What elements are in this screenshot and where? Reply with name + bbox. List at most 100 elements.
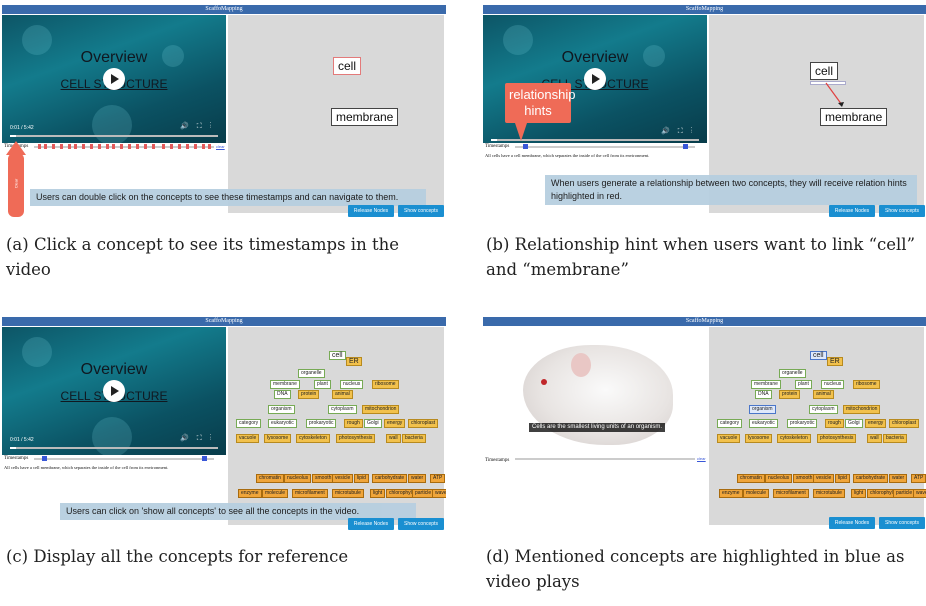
concept-node-chloroplast[interactable]: chloroplast xyxy=(408,419,439,428)
video-controls-icons[interactable]: 🔊⛶⋮ xyxy=(180,434,219,443)
concept-node-organelle[interactable]: organelle xyxy=(298,369,325,378)
video-player[interactable]: Overview CELL STRUCTURE 0:01 / 5:42 🔊⛶⋮ xyxy=(2,15,226,143)
play-button[interactable] xyxy=(584,68,606,90)
concept-node-organism[interactable]: organism xyxy=(749,405,776,414)
concept-node-organelle[interactable]: organelle xyxy=(779,369,806,378)
concept-node-bacteria[interactable]: bacteria xyxy=(402,434,426,443)
timestamps-clear-link[interactable]: clear xyxy=(697,456,706,461)
concept-node-atp[interactable]: ATP xyxy=(430,474,446,483)
concept-map-area[interactable]: cell membrane xyxy=(228,15,444,213)
concept-node-light[interactable]: light xyxy=(851,489,867,498)
concept-node-cytoplasm[interactable]: cytoplasm xyxy=(328,405,357,414)
concept-node-cell[interactable]: cell xyxy=(333,57,362,75)
video-controls-icons[interactable]: 🔊⛶⋮ xyxy=(180,122,219,131)
concept-node-cytoskeleton[interactable]: cytoskeleton xyxy=(777,434,811,443)
concept-node-vacuole[interactable]: vacuole xyxy=(717,434,741,443)
timestamp-marker[interactable] xyxy=(82,144,85,149)
video-progress[interactable] xyxy=(10,135,218,137)
timestamp-marker[interactable] xyxy=(208,144,211,149)
concept-node-vesicle[interactable]: vesicle xyxy=(332,474,354,483)
concept-node-water[interactable]: water xyxy=(408,474,427,483)
show-concepts-button[interactable]: Show concepts xyxy=(398,518,444,530)
concept-node-organism[interactable]: organism xyxy=(268,405,295,414)
timestamp-marker[interactable] xyxy=(98,144,101,149)
concept-node-microtubule[interactable]: microtubule xyxy=(332,489,364,498)
timestamp-marker[interactable] xyxy=(162,144,165,149)
timestamp-marker[interactable] xyxy=(120,144,123,149)
concept-node-carbohydrate[interactable]: carbohydrate xyxy=(853,474,889,483)
timestamp-marker[interactable] xyxy=(38,144,41,149)
concept-node-chromatin[interactable]: chromatin xyxy=(256,474,284,483)
concept-node-cell[interactable]: cell xyxy=(329,351,346,360)
concept-node-wave[interactable]: wave xyxy=(913,489,926,498)
concept-node-molecule[interactable]: molecule xyxy=(743,489,770,498)
concept-node-er[interactable]: ER xyxy=(346,357,362,366)
show-concepts-button[interactable]: Show concepts xyxy=(879,517,925,529)
release-nodes-button[interactable]: Release Nodes xyxy=(348,205,394,217)
concept-node-atp[interactable]: ATP xyxy=(911,474,926,483)
concept-node-dna[interactable]: DNA xyxy=(755,390,772,399)
timestamp-marker[interactable] xyxy=(178,144,181,149)
release-nodes-button[interactable]: Release Nodes xyxy=(829,205,875,217)
concept-node-prokaryotic[interactable]: prokaryotic xyxy=(787,419,818,428)
timestamp-marker[interactable] xyxy=(136,144,139,149)
timestamp-marker[interactable] xyxy=(144,144,147,149)
timestamps-bar[interactable] xyxy=(34,458,214,460)
concept-node-lipid[interactable]: lipid xyxy=(354,474,369,483)
video-player[interactable]: Cells are the smallest living units of a… xyxy=(483,327,707,455)
concept-node-wall[interactable]: wall xyxy=(386,434,401,443)
concept-node-wall[interactable]: wall xyxy=(867,434,882,443)
concept-node-microfilament[interactable]: microfilament xyxy=(773,489,809,498)
video-player[interactable]: Overview CELL STRUCTURE 0:01 / 5:42 🔊⛶⋮ xyxy=(2,327,226,455)
concept-node-prokaryotic[interactable]: prokaryotic xyxy=(306,419,337,428)
timestamp-marker[interactable] xyxy=(68,144,71,149)
concept-node-eukaryotic[interactable]: eukaryotic xyxy=(749,419,778,428)
concept-node-bacteria[interactable]: bacteria xyxy=(883,434,907,443)
concept-node-particle[interactable]: particle xyxy=(893,489,916,498)
concept-node-chloroplast[interactable]: chloroplast xyxy=(889,419,920,428)
concept-node-enzyme[interactable]: enzyme xyxy=(719,489,743,498)
timestamp-marker[interactable] xyxy=(186,144,189,149)
video-progress[interactable] xyxy=(10,447,218,449)
concept-node-microfilament[interactable]: microfilament xyxy=(292,489,328,498)
concept-node-light[interactable]: light xyxy=(370,489,386,498)
concept-node-energy[interactable]: energy xyxy=(384,419,406,428)
timestamps-clear-link[interactable]: clear xyxy=(216,144,225,149)
concept-node-nucleolus[interactable]: nucleolus xyxy=(765,474,793,483)
concept-node-protein[interactable]: protein xyxy=(779,390,801,399)
concept-node-water[interactable]: water xyxy=(889,474,908,483)
concept-node-energy[interactable]: energy xyxy=(865,419,887,428)
concept-node-mitochondrion[interactable]: mitochondrion xyxy=(843,405,881,414)
concept-node-golgi[interactable]: Golgi xyxy=(845,419,863,428)
concept-node-carbohydrate[interactable]: carbohydrate xyxy=(372,474,408,483)
concept-node-nucleolus[interactable]: nucleolus xyxy=(284,474,312,483)
timestamps-bar[interactable] xyxy=(515,146,695,148)
concept-node-golgi[interactable]: Golgi xyxy=(364,419,382,428)
timestamp-marker[interactable] xyxy=(202,144,205,149)
timestamp-marker[interactable] xyxy=(52,144,55,149)
video-controls-icons[interactable]: 🔊⛶⋮ xyxy=(661,127,700,136)
concept-node-molecule[interactable]: molecule xyxy=(262,489,289,498)
concept-node-particle[interactable]: particle xyxy=(412,489,435,498)
concept-node-category[interactable]: category xyxy=(717,419,743,428)
release-nodes-button[interactable]: Release Nodes xyxy=(348,518,394,530)
concept-node-rough[interactable]: rough xyxy=(825,419,844,428)
concept-node-protein[interactable]: protein xyxy=(298,390,320,399)
concept-node-membrane[interactable]: membrane xyxy=(820,108,888,126)
show-concepts-button[interactable]: Show concepts xyxy=(879,205,925,217)
concept-node-animal[interactable]: animal xyxy=(813,390,834,399)
timestamp-marker[interactable] xyxy=(112,144,115,149)
concept-node-lysosome[interactable]: lysosome xyxy=(264,434,292,443)
concept-node-rough[interactable]: rough xyxy=(344,419,363,428)
concept-map-area[interactable]: cell ER organelle membrane plant nucleus ribos… xyxy=(709,327,926,525)
timestamp-marker[interactable] xyxy=(170,144,173,149)
concept-node-animal[interactable]: animal xyxy=(332,390,353,399)
concept-node-mitochondrion[interactable]: mitochondrion xyxy=(362,405,400,414)
concept-node-cell[interactable]: cell xyxy=(810,62,839,80)
concept-node-enzyme[interactable]: enzyme xyxy=(238,489,262,498)
concept-node-membrane[interactable]: membrane xyxy=(751,380,781,389)
play-button[interactable] xyxy=(103,380,125,402)
concept-node-membrane[interactable]: membrane xyxy=(331,108,399,126)
concept-node-nucleus[interactable]: nucleus xyxy=(340,380,364,389)
timestamp-marker[interactable] xyxy=(90,144,93,149)
